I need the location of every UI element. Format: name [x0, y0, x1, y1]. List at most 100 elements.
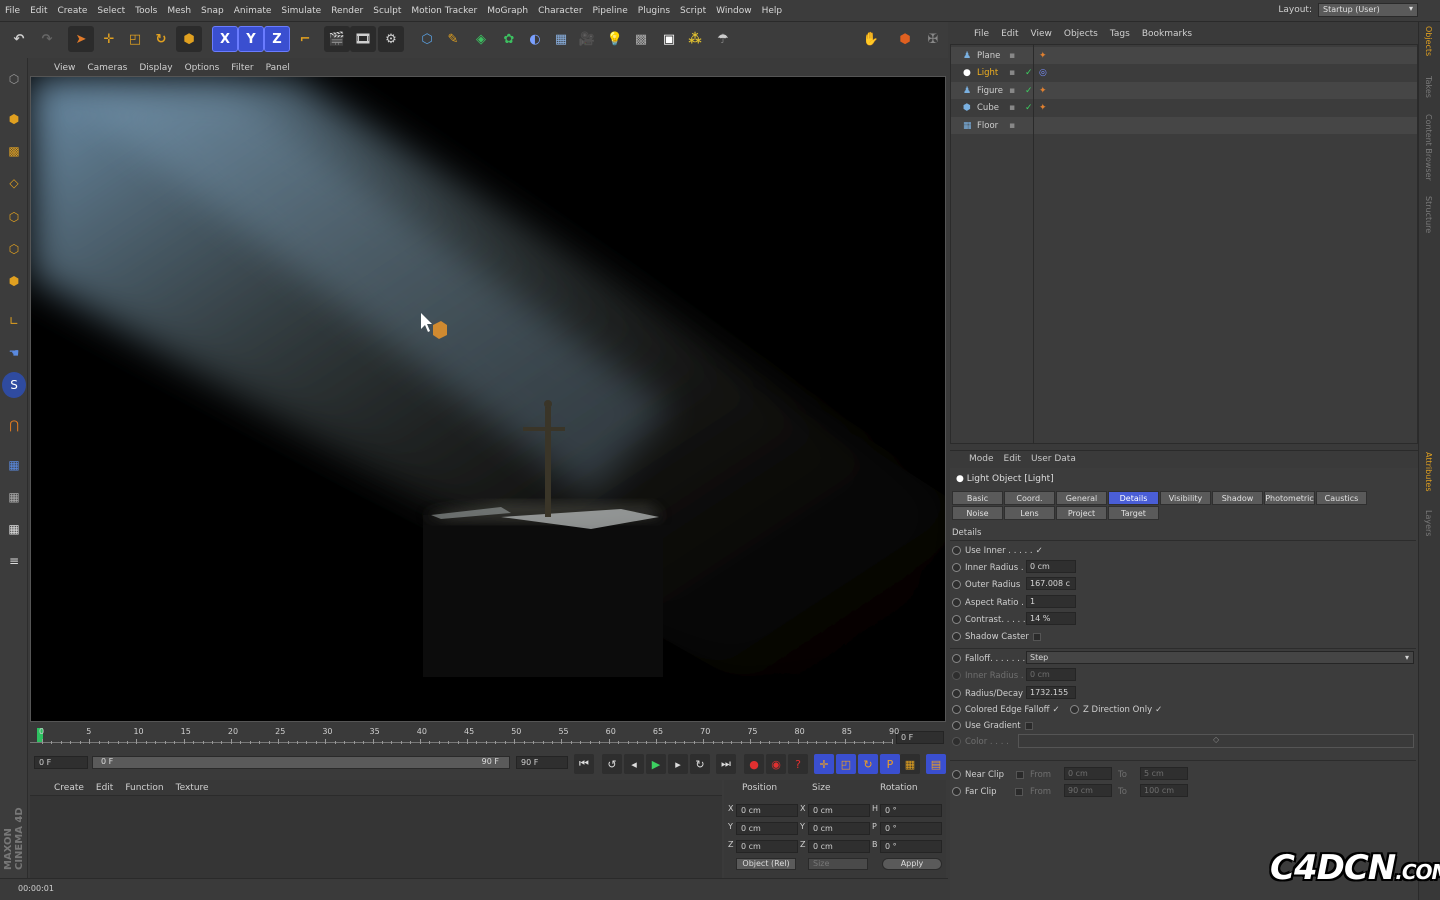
- near-clip-row[interactable]: Near Clip: [952, 767, 1025, 782]
- go-to-end-icon[interactable]: ⏭: [716, 754, 736, 774]
- attr-tab-shadow[interactable]: Shadow: [1212, 491, 1263, 505]
- gradient-bar[interactable]: ◇: [1018, 734, 1414, 748]
- sculpt-icon[interactable]: ✋: [858, 26, 884, 52]
- timeline-window-icon[interactable]: ▤: [926, 754, 946, 774]
- coords-pos-2[interactable]: 0 cm: [736, 840, 798, 853]
- render-settings-icon[interactable]: ⚙: [378, 26, 404, 52]
- contrast-field[interactable]: 14 %: [1026, 612, 1076, 625]
- solo-icon[interactable]: S: [2, 372, 26, 398]
- menu-help[interactable]: Help: [757, 6, 788, 16]
- viewport-menu-cameras[interactable]: Cameras: [81, 63, 133, 73]
- object-row-cube[interactable]: ⬢ Cube ▪ ✓ ✦: [951, 100, 1417, 117]
- menu-create[interactable]: Create: [53, 6, 93, 16]
- redo-icon[interactable]: ↷: [34, 26, 60, 52]
- attr-tab-project[interactable]: Project: [1056, 506, 1107, 520]
- coords-size-1[interactable]: 0 cm: [808, 822, 870, 835]
- side-tab-layers[interactable]: Layers: [1424, 510, 1433, 536]
- z-direction-only-row[interactable]: Z Direction Only ✓: [1070, 702, 1162, 717]
- attr-tab-caustics[interactable]: Caustics: [1316, 491, 1367, 505]
- timeline[interactable]: 0 F 0 5 10 15 20 25 30 35 40 45 50 55 60 65 70 75 80 85 90: [30, 724, 946, 750]
- menu-motion-tracker[interactable]: Motion Tracker: [406, 6, 482, 16]
- viewport-menu-view[interactable]: View: [48, 63, 81, 73]
- side-tab-structure[interactable]: Structure: [1424, 196, 1433, 233]
- keyframe-selection-icon[interactable]: ?: [788, 754, 808, 774]
- light-icon[interactable]: 💡: [602, 26, 628, 52]
- x-axis-button[interactable]: X: [212, 26, 238, 52]
- viewport-menu-panel[interactable]: Panel: [260, 63, 296, 73]
- sky-icon[interactable]: ☂: [710, 26, 736, 52]
- near-to-field[interactable]: 5 cm: [1140, 767, 1188, 780]
- tweak-mode-icon[interactable]: ☚: [2, 340, 26, 366]
- object-menu-edit[interactable]: Edit: [995, 29, 1024, 39]
- aspect-ratio-field[interactable]: 1: [1026, 595, 1076, 608]
- visibility-toggle-icon[interactable]: ▪: [1009, 121, 1015, 131]
- coords-mode-select[interactable]: Object (Rel): [736, 858, 796, 870]
- attr-tab-lens[interactable]: Lens: [1004, 506, 1055, 520]
- far-to-field[interactable]: 100 cm: [1140, 784, 1188, 797]
- model-mode-icon[interactable]: ⬢: [2, 106, 26, 132]
- subdivision-icon[interactable]: ◈: [468, 26, 494, 52]
- object-row-floor[interactable]: ▦ Floor ▪: [951, 117, 1417, 134]
- grid-icon[interactable]: ▩: [628, 26, 654, 52]
- picture-viewer-icon[interactable]: ▣: [656, 26, 682, 52]
- deformer-icon[interactable]: ◐: [522, 26, 548, 52]
- side-tab-objects[interactable]: Objects: [1424, 26, 1433, 56]
- make-editable-icon[interactable]: ⬡: [2, 66, 26, 92]
- menu-file[interactable]: File: [0, 6, 25, 16]
- next-frame-icon[interactable]: ▸: [668, 754, 688, 774]
- menu-edit[interactable]: Edit: [25, 6, 52, 16]
- apply-button[interactable]: Apply: [882, 858, 942, 870]
- coords-rot-0[interactable]: 0 °: [880, 804, 942, 817]
- viewport-menu-options[interactable]: Options: [179, 63, 226, 73]
- colored-edge-falloff-row[interactable]: Colored Edge Falloff ✓: [952, 702, 1060, 717]
- object-menu-view[interactable]: View: [1025, 29, 1058, 39]
- coords-pos-1[interactable]: 0 cm: [736, 822, 798, 835]
- menu-mograph[interactable]: MoGraph: [482, 6, 533, 16]
- object-menu-tags[interactable]: Tags: [1104, 29, 1136, 39]
- undo-icon[interactable]: ↶: [6, 26, 32, 52]
- material-menu-edit[interactable]: Edit: [90, 783, 119, 793]
- tag-icon[interactable]: ✦: [1039, 86, 1047, 96]
- material-menu-texture[interactable]: Texture: [170, 783, 215, 793]
- planar-workplane-icon[interactable]: ▦: [2, 484, 26, 510]
- polygons-mode-icon[interactable]: ⬢: [2, 268, 26, 294]
- start-frame-field[interactable]: 0 F: [34, 756, 88, 769]
- near-clip-checkbox[interactable]: [1016, 770, 1025, 779]
- z-axis-button[interactable]: Z: [264, 26, 290, 52]
- key-param-icon[interactable]: P: [880, 754, 900, 774]
- layers-icon[interactable]: ≡: [2, 548, 26, 574]
- rig-icon[interactable]: ✠: [920, 26, 946, 52]
- live-select-icon[interactable]: ⬢: [176, 26, 202, 52]
- menu-select[interactable]: Select: [92, 6, 130, 16]
- object-row-plane[interactable]: ♟ Plane ▪ ✦: [951, 47, 1417, 64]
- scale-tool-icon[interactable]: ◰: [122, 26, 148, 52]
- side-tab-takes[interactable]: Takes: [1424, 76, 1433, 98]
- visibility-toggle-icon[interactable]: ▪: [1009, 86, 1015, 96]
- floor-icon[interactable]: ▦: [548, 26, 574, 52]
- key-position-icon[interactable]: ✛: [814, 754, 834, 774]
- visibility-toggle-icon[interactable]: ▪: [1009, 51, 1015, 61]
- viewport-menu-display[interactable]: Display: [133, 63, 178, 73]
- quantize-icon[interactable]: ▦: [2, 516, 26, 542]
- outer-radius-field[interactable]: 167.008 c: [1026, 577, 1076, 590]
- coords-size-2[interactable]: 0 cm: [808, 840, 870, 853]
- camera-icon[interactable]: 🎥: [574, 26, 600, 52]
- coords-rot-1[interactable]: 0 °: [880, 822, 942, 835]
- key-pla-icon[interactable]: ▦: [900, 754, 920, 774]
- object-menu-objects[interactable]: Objects: [1058, 29, 1104, 39]
- attr-menu-mode[interactable]: Mode: [964, 454, 999, 464]
- record-icon[interactable]: ●: [744, 754, 764, 774]
- attr-tab-target[interactable]: Target: [1108, 506, 1159, 520]
- menu-window[interactable]: Window: [711, 6, 757, 16]
- tag-icon[interactable]: ◎: [1039, 68, 1047, 78]
- axis-mode-icon[interactable]: ∟: [2, 308, 26, 334]
- material-area[interactable]: [30, 796, 722, 878]
- enabled-check-icon[interactable]: ✓: [1025, 86, 1033, 96]
- menu-animate[interactable]: Animate: [229, 6, 277, 16]
- object-menu-bookmarks[interactable]: Bookmarks: [1136, 29, 1198, 39]
- attr-tab-details[interactable]: Details: [1108, 491, 1159, 505]
- y-axis-button[interactable]: Y: [238, 26, 264, 52]
- current-frame-field[interactable]: 0 F: [896, 731, 944, 744]
- menu-character[interactable]: Character: [533, 6, 587, 16]
- inner-radius-2-field[interactable]: 0 cm: [1026, 668, 1076, 681]
